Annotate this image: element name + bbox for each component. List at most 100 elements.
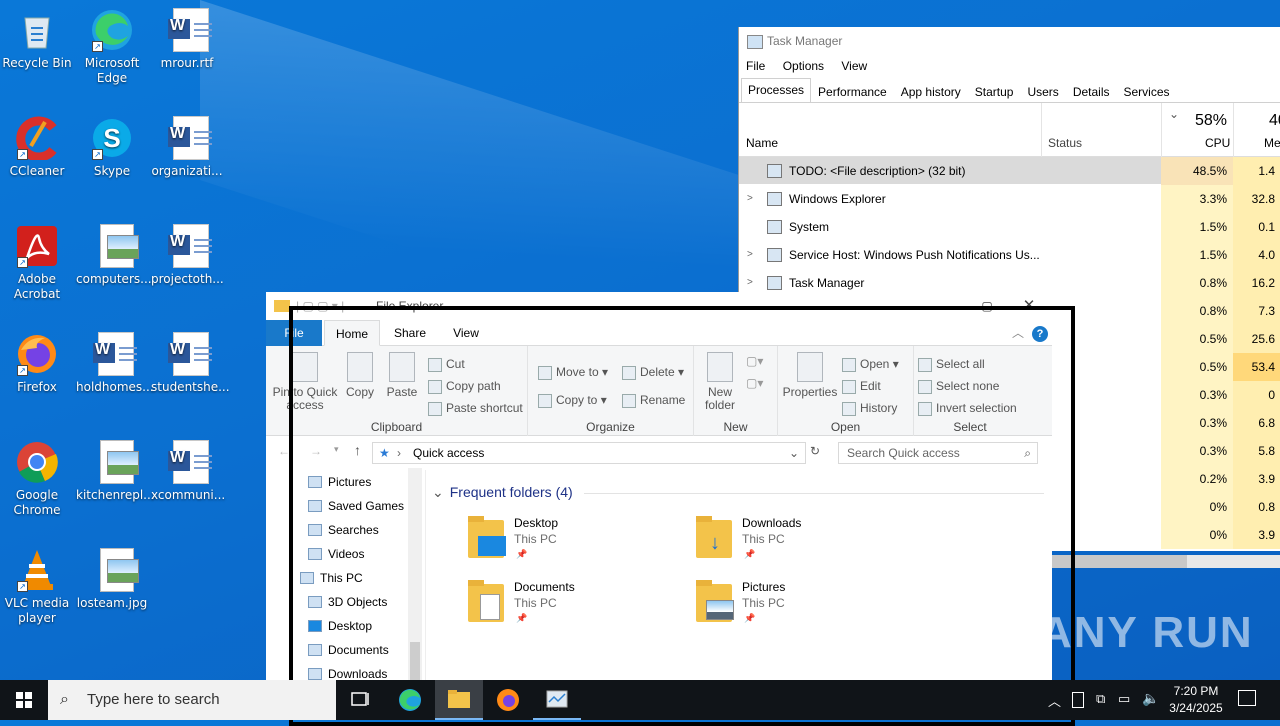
easy-access-icon[interactable]: ▢▾	[746, 376, 763, 390]
menu-view[interactable]: View	[841, 59, 867, 73]
nav-scrollbar-thumb[interactable]	[410, 642, 420, 680]
move-to-button[interactable]: Move to ▾	[538, 362, 608, 382]
taskbar-task-manager-button[interactable]	[533, 680, 581, 720]
pin-quick-access-button[interactable]: Pin to Quick access	[272, 352, 338, 412]
volume-icon[interactable]: 🔈	[1142, 690, 1159, 707]
properties-button[interactable]: Properties	[782, 352, 838, 399]
taskbar-search-box[interactable]: ⌕ Type here to search	[48, 680, 336, 720]
folder-tile-desktop[interactable]: Desktop This PC 📌	[468, 516, 668, 568]
tab-services[interactable]: Services	[1117, 80, 1177, 102]
desktop-icon-ccleaner[interactable]: ↗ CCleaner	[1, 116, 73, 179]
nav-item-documents[interactable]: Documents	[266, 638, 425, 662]
maximize-button[interactable]: ▢	[974, 292, 1000, 320]
nav-item-3d-objects[interactable]: 3D Objects	[266, 590, 425, 614]
desktop-icon-mrour[interactable]: mrour.rtf	[151, 8, 223, 71]
start-button[interactable]	[0, 680, 48, 720]
copy-to-button[interactable]: Copy to ▾	[538, 390, 607, 410]
edit-button[interactable]: Edit	[842, 376, 881, 396]
nav-scrollbar[interactable]	[408, 468, 422, 680]
tab-app-history[interactable]: App history	[894, 80, 968, 102]
taskbar-file-explorer-button[interactable]	[435, 680, 483, 720]
desktop-icon-acrobat[interactable]: ↗ Adobe Acrobat	[1, 224, 73, 302]
nav-item-pictures[interactable]: Pictures	[266, 470, 425, 494]
tab-startup[interactable]: Startup	[968, 80, 1021, 102]
tab-view[interactable]: View	[440, 320, 492, 346]
horizontal-scrollbar[interactable]	[1052, 555, 1280, 568]
tab-file[interactable]: File	[266, 320, 322, 346]
column-name[interactable]: Name	[746, 136, 778, 150]
chevron-down-icon[interactable]: ⌄	[1169, 107, 1179, 121]
expand-arrow-icon[interactable]: >	[747, 241, 753, 269]
paste-shortcut-button[interactable]: Paste shortcut	[428, 398, 523, 418]
process-row[interactable]: TODO: <File description> (32 bit) 48.5% 1.…	[739, 157, 1280, 185]
desktop-icon-organizati[interactable]: organizati...	[151, 116, 223, 179]
scrollbar-thumb[interactable]	[1052, 555, 1187, 568]
frequent-folders-header[interactable]: ⌄ Frequent folders (4)	[432, 484, 573, 501]
process-row[interactable]: > Windows Explorer 3.3% 32.8	[739, 185, 1280, 213]
nav-item-this-pc[interactable]: This PC	[266, 566, 425, 590]
menu-file[interactable]: File	[746, 59, 765, 73]
copy-button[interactable]: Copy	[342, 352, 378, 399]
tab-performance[interactable]: Performance	[811, 80, 894, 102]
nav-item-videos[interactable]: Videos	[266, 542, 425, 566]
nav-item-desktop[interactable]: Desktop	[266, 614, 425, 638]
desktop-icon-studentshe[interactable]: studentshe...	[151, 332, 230, 395]
search-input[interactable]: Search Quick access ⌕	[838, 442, 1038, 464]
collapse-ribbon-icon[interactable]: ︿	[1010, 320, 1026, 346]
address-bar[interactable]: ★ › Quick access ⌄	[372, 442, 806, 464]
desktop-icon-firefox[interactable]: ↗ Firefox	[1, 332, 73, 395]
history-button[interactable]: History	[842, 398, 897, 418]
desktop-icon-skype[interactable]: S ↗ Skype	[76, 116, 148, 179]
notifications-icon[interactable]	[1238, 690, 1256, 706]
file-explorer-window[interactable]: | ▢ ▢ ▾ | File Explorer — ▢ ✕ File Home …	[266, 292, 1052, 680]
help-icon[interactable]: ?	[1032, 326, 1048, 342]
nav-item-saved-games[interactable]: Saved Games	[266, 494, 425, 518]
tab-home[interactable]: Home	[324, 320, 380, 346]
folder-tile-documents[interactable]: Documents This PC 📌	[468, 580, 668, 632]
desktop-icon-recycle-bin[interactable]: Recycle Bin	[1, 8, 73, 71]
open-button[interactable]: Open ▾	[842, 354, 899, 374]
new-folder-button[interactable]: New folder	[700, 352, 740, 412]
expand-arrow-icon[interactable]: >	[747, 185, 753, 213]
tab-processes[interactable]: Processes	[741, 78, 812, 102]
recent-dropdown-icon[interactable]: ▾	[334, 444, 339, 455]
nav-item-searches[interactable]: Searches	[266, 518, 425, 542]
new-item-icon[interactable]: ▢▾	[746, 354, 763, 368]
desktop-icon-vlc[interactable]: ↗ VLC media player	[1, 548, 73, 626]
desktop-icon-computers[interactable]: computers...	[76, 224, 152, 287]
task-view-button[interactable]	[336, 680, 384, 720]
tab-share[interactable]: Share	[384, 320, 436, 346]
tab-details[interactable]: Details	[1066, 80, 1117, 102]
desktop-icon-chrome[interactable]: Google Chrome	[1, 440, 73, 518]
paste-button[interactable]: Paste	[384, 352, 420, 399]
delete-button[interactable]: Delete ▾	[622, 362, 684, 382]
up-icon[interactable]: ↑	[354, 442, 361, 458]
desktop-icon-kitchenrepl[interactable]: kitchenrepl...	[76, 440, 155, 503]
rename-button[interactable]: Rename	[622, 390, 685, 410]
desktop-icon-losteam[interactable]: losteam.jpg	[76, 548, 148, 611]
taskbar-edge-button[interactable]	[386, 680, 434, 720]
menu-options[interactable]: Options	[783, 59, 824, 73]
refresh-icon[interactable]: ↻	[810, 444, 820, 458]
column-memory[interactable]: Mem	[1264, 136, 1280, 150]
column-cpu[interactable]: CPU	[1205, 136, 1230, 150]
desktop-icon-projectoth[interactable]: projectoth...	[151, 224, 224, 287]
battery-icon[interactable]	[1072, 692, 1084, 708]
taskbar-clock[interactable]: 7:20 PM 3/24/2025	[1166, 683, 1226, 717]
nav-item-downloads[interactable]: Downloads	[266, 662, 425, 680]
copy-path-button[interactable]: Copy path	[428, 376, 501, 396]
folder-tile-downloads[interactable]: ↓ Downloads This PC 📌	[696, 516, 896, 568]
desktop-icon-holdhomes[interactable]: holdhomes...	[76, 332, 154, 395]
cut-button[interactable]: Cut	[428, 354, 465, 374]
desktop-icon-edge[interactable]: ↗ Microsoft Edge	[76, 8, 148, 86]
network-icon[interactable]: ▭	[1118, 691, 1130, 707]
invert-selection-button[interactable]: Invert selection	[918, 398, 1017, 418]
back-icon[interactable]: ←	[278, 444, 290, 458]
select-all-button[interactable]: Select all	[918, 354, 985, 374]
process-row[interactable]: System 1.5% 0.1	[739, 213, 1280, 241]
show-hidden-icons-icon[interactable]: ︿	[1048, 691, 1061, 710]
folder-tile-pictures[interactable]: Pictures This PC 📌	[696, 580, 896, 632]
tab-users[interactable]: Users	[1020, 80, 1065, 102]
close-button[interactable]: ✕	[1016, 292, 1042, 320]
address-dropdown-icon[interactable]: ⌄	[789, 443, 799, 463]
